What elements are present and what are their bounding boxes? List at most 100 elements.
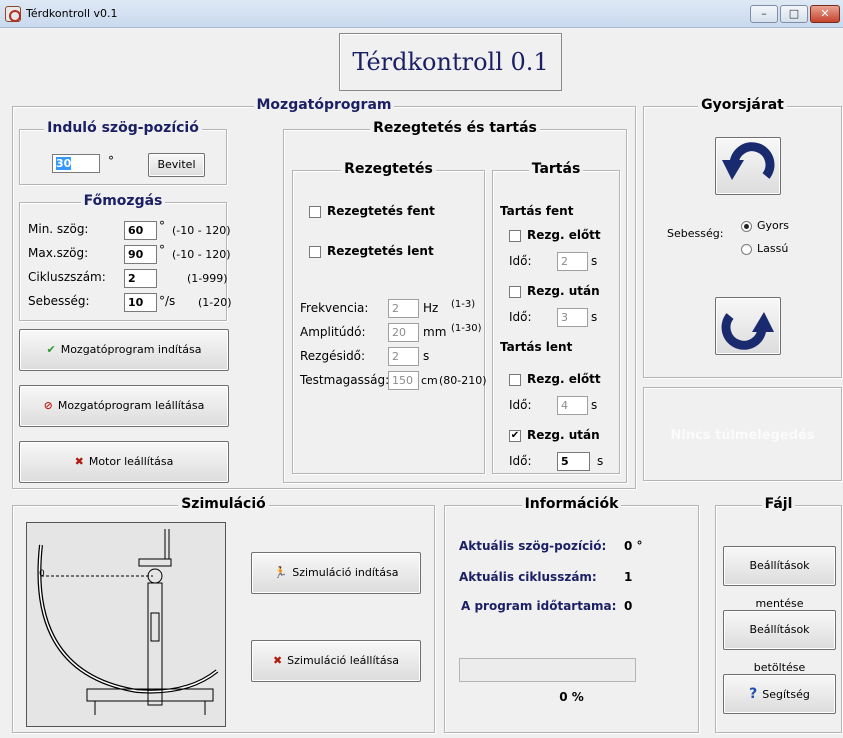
vibration-title: Rezegtetés [341, 161, 436, 177]
checkmark-icon: ✔ [46, 343, 56, 356]
start-program-label: Mozgatóprogram indítása [60, 343, 202, 356]
fast-radio-label: Gyors [757, 219, 790, 232]
red-x-icon: ✖ [272, 654, 283, 667]
rotate-ccw-icon [722, 142, 775, 180]
max-angle-input[interactable]: 90 [124, 245, 157, 264]
load-settings-button[interactable]: Beállítások betöltése [723, 610, 836, 674]
help-button[interactable]: ? Segítség [723, 674, 836, 714]
app-header-title: Térdkontroll 0.1 [352, 48, 549, 76]
hold-top-before-time-unit: s [591, 254, 598, 268]
vibration-hold-title: Rezegtetés és tartás [370, 120, 540, 136]
speed-unit: °/s [159, 294, 176, 308]
amplitude-range: (1-30) [451, 323, 482, 334]
vibration-time-label: Rezgésidő: [300, 349, 366, 363]
vibration-group: Rezegtetés Rezegtetés fent Rezegtetés le… [292, 161, 487, 474]
hold-top-after-time-label: Idő: [509, 310, 532, 324]
overheat-panel: Nincs túlmelegedés [643, 387, 842, 481]
stop-program-label: Mozgatóprogram leállítása [57, 399, 205, 412]
main-motion-group: Főmozgás Min. szög: 60 ° (-10 - 120) Max… [19, 193, 232, 321]
current-cycle-value: 1 [624, 570, 633, 584]
hold-bottom-before-time-unit: s [591, 398, 598, 412]
current-cycle-label: Aktuális ciklusszám: [459, 570, 597, 584]
vibrate-bottom-checkbox[interactable] [309, 246, 321, 258]
start-simulation-button[interactable]: 🏃 Szimuláció indítása [251, 552, 421, 594]
simulation-title: Szimuláció [178, 496, 269, 512]
hold-top-after-time-unit: s [591, 310, 598, 324]
enter-button[interactable]: Bevitel [148, 153, 205, 177]
simulation-canvas: 0 [26, 522, 226, 727]
stop-simulation-label: Szimuláció leállítása [287, 654, 400, 667]
hold-bottom-before-time-label: Idő: [509, 398, 532, 412]
slow-radio[interactable] [741, 244, 752, 255]
vibrate-top-checkbox[interactable] [309, 206, 321, 218]
help-label: Segítség [762, 688, 810, 701]
vibration-time-input[interactable]: 2 [388, 347, 419, 366]
maximize-button[interactable]: □ [780, 5, 808, 23]
file-title: Fájl [761, 496, 796, 512]
hold-top-before-time-input[interactable]: 2 [557, 252, 588, 271]
app-header: Térdkontroll 0.1 [339, 33, 562, 91]
hold-top-after-time-input[interactable]: 3 [557, 308, 588, 327]
motion-program-title: Mozgatóprogram [253, 97, 395, 113]
amplitude-unit: mm [423, 325, 447, 339]
question-mark-icon: ? [749, 686, 758, 702]
min-angle-input[interactable]: 60 [124, 221, 157, 240]
stop-program-button[interactable]: ⊘ Mozgatóprogram leállítása [19, 385, 229, 427]
progress-text: 0 % [559, 690, 584, 704]
stop-simulation-button[interactable]: ✖ Szimuláció leállítása [251, 640, 421, 682]
rapid-speed-label: Sebesség: [667, 227, 724, 240]
current-angle-value: 0 ° [624, 539, 643, 553]
simulation-group: Szimuláció 0 🏃 Szimuláció indítása ✖ Szimu… [12, 496, 435, 733]
hold-bottom-after-label: Rezg. után [527, 428, 600, 442]
max-angle-range: (-10 - 120) [172, 248, 231, 261]
window-title: Térdkontroll v0.1 [26, 7, 118, 20]
title-bar: Térdkontroll v0.1 – □ ✕ [0, 0, 843, 28]
body-height-label: Testmagasság: [300, 373, 390, 387]
program-duration-label: A program időtartama: [461, 599, 617, 613]
stop-motor-button[interactable]: ✖ Motor leállítása [19, 441, 229, 483]
cycle-count-input[interactable]: 2 [124, 269, 157, 288]
hold-bottom-before-checkbox[interactable] [509, 374, 521, 386]
hold-group: Tartás Tartás fent Rezg. előtt Idő: 2 s … [492, 161, 620, 474]
main-motion-title: Főmozgás [80, 193, 166, 209]
amplitude-label: Amplitúdó: [300, 325, 366, 339]
rotate-cw-icon [721, 312, 774, 350]
rapid-group: Gyorsjárat Sebesség: Gyors Lassú [643, 97, 842, 378]
fast-radio[interactable] [741, 221, 752, 232]
max-angle-unit: ° [159, 243, 165, 257]
hold-top-after-checkbox[interactable] [509, 286, 521, 298]
amplitude-input[interactable]: 20 [388, 323, 419, 342]
hold-top-before-checkbox[interactable] [509, 230, 521, 242]
start-angle-title: Induló szög-pozíció [44, 120, 202, 136]
start-simulation-label: Szimuláció indítása [292, 566, 399, 579]
rapid-title: Gyorsjárat [698, 97, 787, 113]
start-angle-input[interactable]: 30 [52, 154, 100, 173]
speed-input[interactable]: 10 [124, 293, 157, 312]
frequency-input[interactable]: 2 [388, 299, 419, 318]
rotate-right-button[interactable] [715, 297, 781, 355]
start-program-button[interactable]: ✔ Mozgatóprogram indítása [19, 329, 229, 371]
start-angle-unit: ° [108, 154, 114, 168]
vibration-hold-group: Rezegtetés és tartás Rezegtetés Rezegtet… [283, 120, 627, 483]
info-group: Információk Aktuális szög-pozíció: 0 ° A… [444, 496, 699, 733]
close-button[interactable]: ✕ [810, 5, 840, 23]
rotate-left-button[interactable] [715, 137, 781, 195]
vibration-time-unit: s [423, 349, 430, 363]
hold-bottom-title: Tartás lent [500, 340, 573, 354]
hold-bottom-before-time-input[interactable]: 4 [557, 396, 588, 415]
motion-program-group: Mozgatóprogram Induló szög-pozíció 30 ° … [12, 97, 636, 489]
hold-bottom-after-checkbox[interactable]: ✔ [509, 430, 521, 442]
stop-motor-label: Motor leállítása [88, 455, 174, 468]
hold-bottom-after-time-input[interactable]: 5 [557, 452, 590, 471]
program-duration-value: 0 [624, 599, 633, 613]
body-height-input[interactable]: 150 [388, 371, 419, 390]
hold-top-after-label: Rezg. után [527, 284, 600, 298]
minimize-button[interactable]: – [750, 5, 778, 23]
vibrate-top-label: Rezegtetés fent [327, 204, 435, 218]
red-x-icon: ✖ [74, 455, 84, 468]
app-icon [5, 6, 21, 22]
hold-bottom-before-label: Rezg. előtt [527, 372, 601, 386]
save-settings-button[interactable]: Beállítások mentése [723, 546, 836, 610]
cycle-count-label: Cikluszszám: [28, 270, 106, 284]
frequency-label: Frekvencia: [300, 301, 369, 315]
